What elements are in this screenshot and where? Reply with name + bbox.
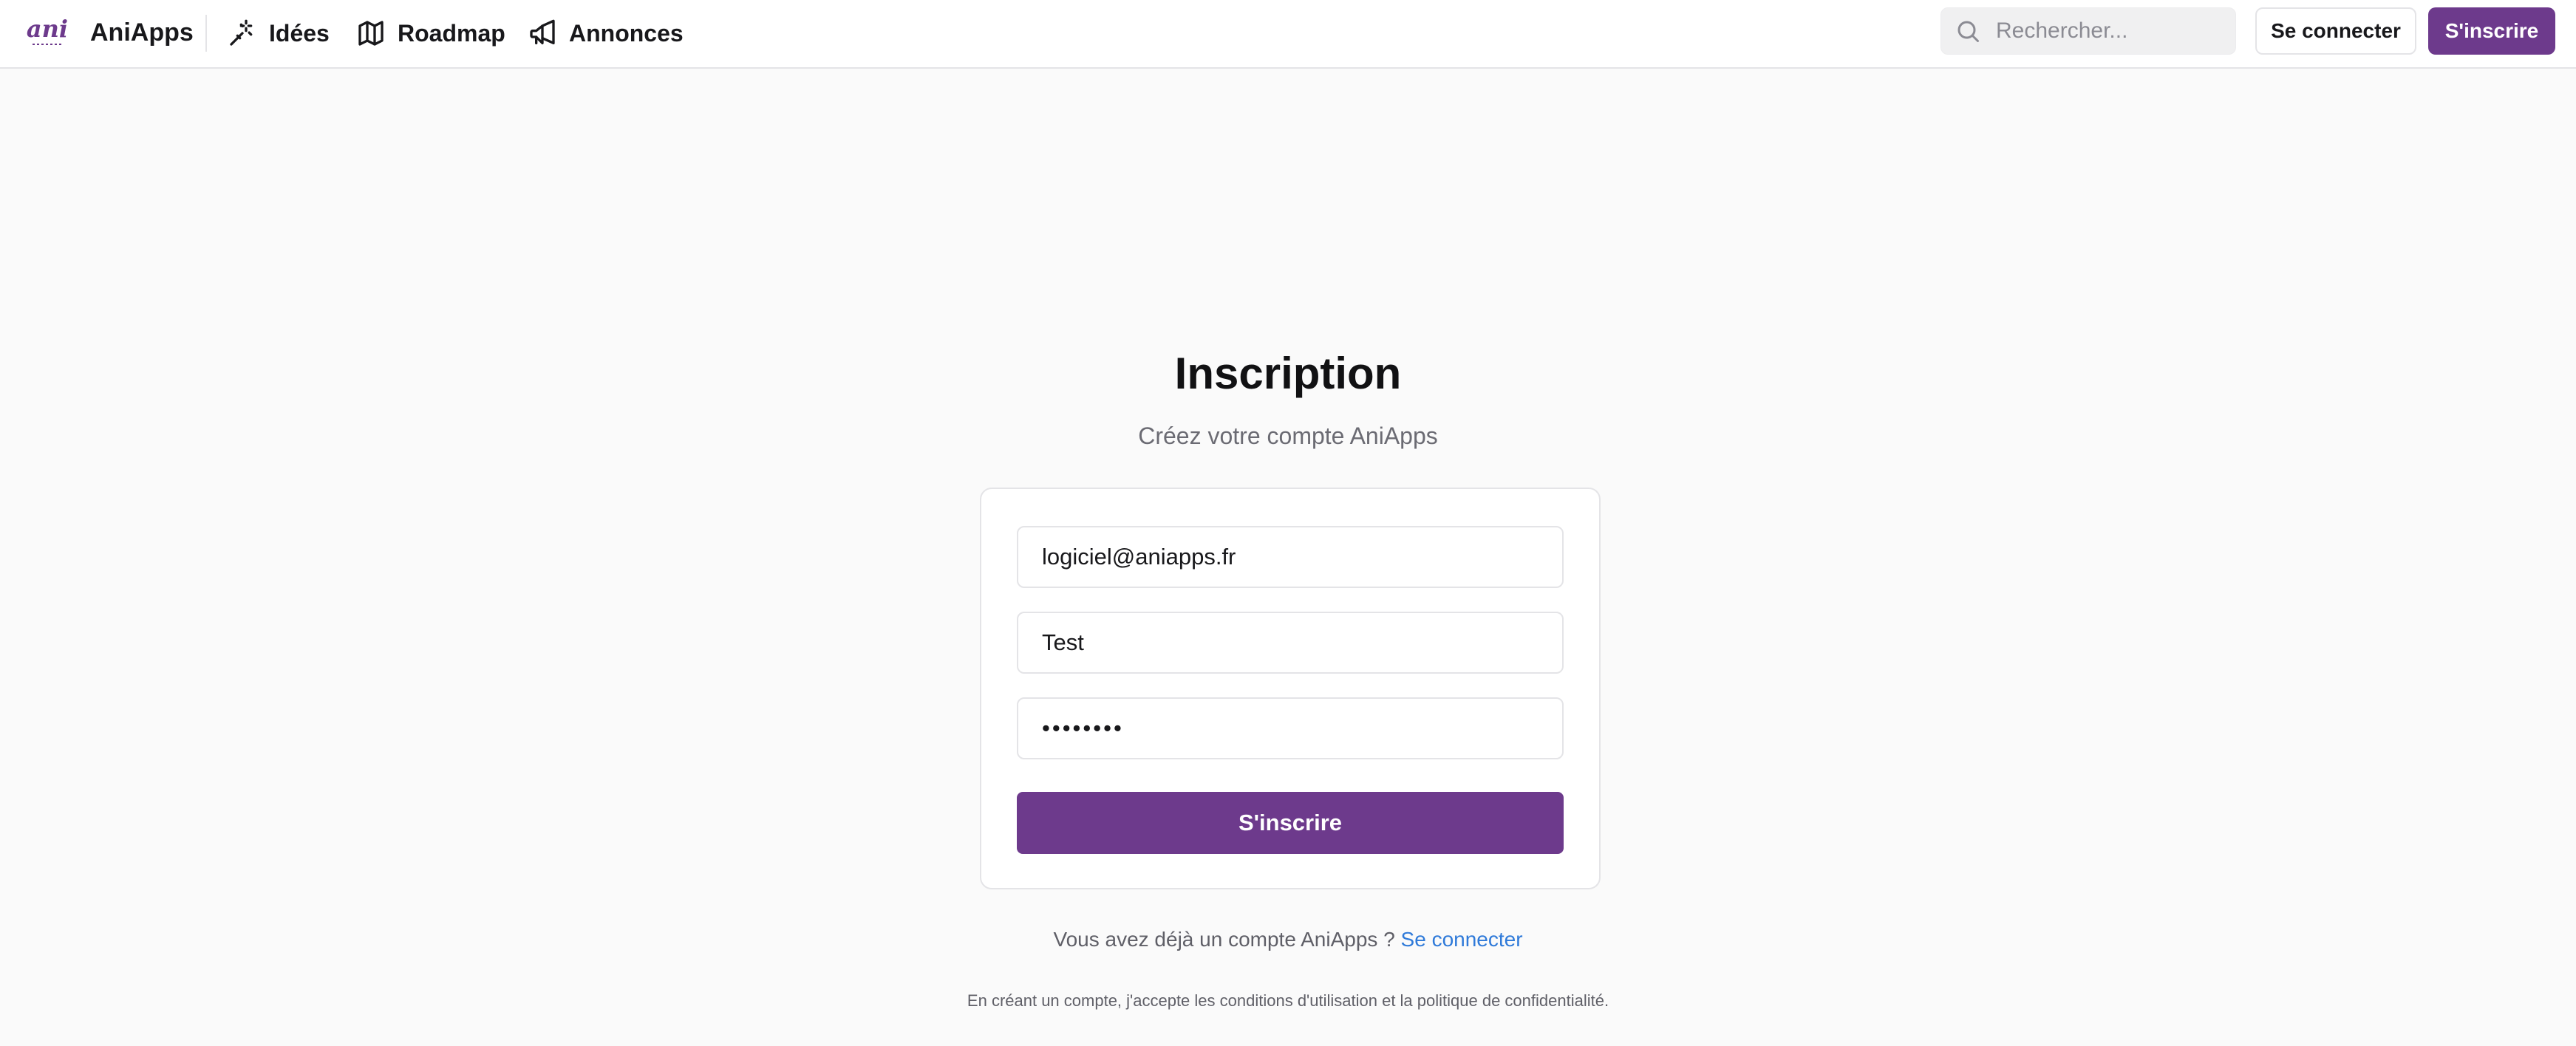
login-prompt: Vous avez déjà un compte AniApps ? Se co…	[0, 925, 2576, 954]
nav-annonces[interactable]: Annonces	[528, 15, 684, 52]
page-subtitle: Créez votre compte AniApps	[1138, 423, 1438, 449]
terms-notice: En créant un compte, j'accepte les condi…	[967, 991, 1609, 1010]
login-link[interactable]: Se connecter	[1401, 928, 1523, 951]
svg-text:ani: ani	[27, 15, 68, 43]
nav-ideas[interactable]: Idées	[228, 15, 330, 52]
password-field[interactable]	[1017, 697, 1564, 759]
header-divider	[205, 15, 207, 52]
map-icon	[358, 21, 384, 46]
page-title: Inscription	[1174, 349, 1402, 398]
top-navigation-bar: ani AniApps Idées Roadmap Annonces S	[0, 0, 2576, 69]
submit-signup-button[interactable]: S'inscrire	[1017, 792, 1564, 854]
login-prompt-text: Vous avez déjà un compte AniApps ?	[1053, 928, 1401, 951]
brand-name[interactable]: AniApps	[90, 16, 194, 49]
name-field[interactable]	[1017, 612, 1564, 674]
magic-wand-icon	[230, 19, 253, 46]
nav-ideas-label: Idées	[269, 19, 330, 47]
search-input[interactable]	[1994, 18, 2216, 44]
nav-roadmap-label: Roadmap	[398, 19, 505, 47]
email-field[interactable]	[1017, 526, 1564, 588]
search-box[interactable]	[1940, 7, 2236, 55]
aniapps-logo[interactable]: ani	[27, 13, 68, 52]
signup-form-card: S'inscrire	[980, 488, 1601, 889]
login-button[interactable]: Se connecter	[2255, 7, 2416, 55]
megaphone-icon	[530, 19, 555, 44]
signup-button[interactable]: S'inscrire	[2428, 7, 2555, 55]
nav-annonces-label: Annonces	[569, 19, 684, 47]
search-icon	[1957, 21, 1979, 42]
nav-roadmap[interactable]: Roadmap	[356, 15, 505, 52]
